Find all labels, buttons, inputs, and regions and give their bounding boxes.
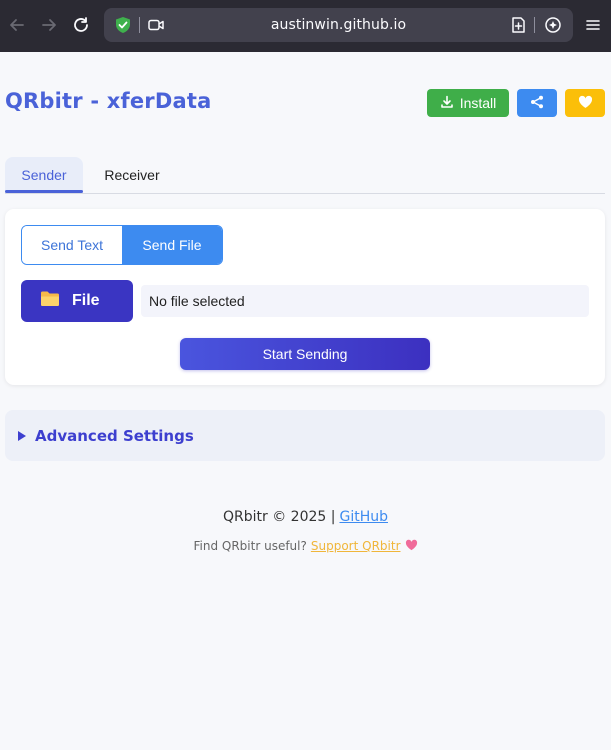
- github-link[interactable]: GitHub: [339, 509, 388, 525]
- send-file-button[interactable]: Send File: [122, 226, 222, 264]
- support-link[interactable]: Support QRbitr: [311, 539, 401, 553]
- install-label: Install: [459, 95, 497, 111]
- choose-file-button[interactable]: File: [21, 280, 133, 322]
- forward-arrow-icon[interactable]: [38, 14, 60, 36]
- sender-card: Send Text Send File File No file selecte…: [5, 209, 605, 385]
- heart-icon: [578, 95, 593, 112]
- advanced-settings-toggle[interactable]: Advanced Settings: [5, 410, 605, 461]
- tab-receiver[interactable]: Receiver: [90, 157, 174, 193]
- footer-support-line: Find QRbitr useful? Support QRbitr: [0, 539, 611, 553]
- reload-icon[interactable]: [70, 14, 92, 36]
- folder-icon: [40, 290, 60, 312]
- browser-toolbar: austinwin.github.io: [0, 0, 611, 52]
- share-button[interactable]: [517, 89, 557, 117]
- hamburger-menu-icon[interactable]: [582, 14, 604, 36]
- useful-text: Find QRbitr useful?: [193, 539, 307, 553]
- send-text-button[interactable]: Send Text: [22, 226, 122, 264]
- page-title: QRbitr - xferData: [5, 89, 212, 113]
- expand-arrow-icon: [18, 430, 26, 441]
- footer-copyright-line: QRbitr © 2025 | GitHub: [0, 509, 611, 525]
- tab-divider: [5, 193, 605, 194]
- mode-toggle: Send Text Send File: [21, 225, 223, 265]
- url-divider-right: [534, 17, 535, 33]
- file-status: No file selected: [141, 285, 589, 317]
- install-button[interactable]: Install: [427, 89, 509, 117]
- start-sending-button[interactable]: Start Sending: [180, 338, 430, 370]
- heart-icon: [405, 539, 418, 553]
- file-button-label: File: [72, 292, 100, 309]
- share-icon: [530, 95, 544, 112]
- bookmark-add-icon[interactable]: [509, 16, 527, 34]
- assistant-icon[interactable]: [544, 16, 562, 34]
- favorite-button[interactable]: [565, 89, 605, 117]
- download-icon: [440, 95, 454, 112]
- back-arrow-icon[interactable]: [6, 14, 28, 36]
- url-text[interactable]: austinwin.github.io: [104, 17, 573, 33]
- url-bar[interactable]: austinwin.github.io: [104, 8, 573, 42]
- tab-sender[interactable]: Sender: [5, 157, 83, 193]
- copyright-text: QRbitr © 2025 |: [223, 509, 336, 525]
- advanced-settings-label: Advanced Settings: [35, 426, 194, 445]
